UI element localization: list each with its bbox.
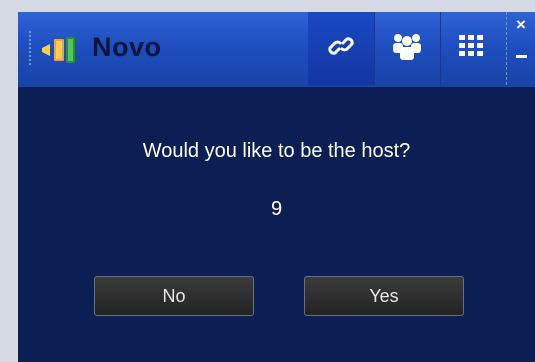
drag-grip-icon[interactable] xyxy=(28,30,33,66)
close-icon[interactable]: × xyxy=(516,16,526,33)
grid-icon xyxy=(458,34,484,63)
grid-button[interactable] xyxy=(440,12,502,85)
link-icon xyxy=(327,32,355,65)
yes-button[interactable]: Yes xyxy=(304,276,464,316)
app-title: Novo xyxy=(92,32,162,62)
link-button[interactable] xyxy=(308,12,374,85)
screen-background: Novo × Would you like to be the host? 9 … xyxy=(0,0,535,362)
minimize-icon[interactable] xyxy=(516,55,527,58)
countdown-value: 9 xyxy=(270,198,283,220)
users-icon xyxy=(390,30,424,67)
host-question: Would you like to be the host? xyxy=(142,140,411,162)
novo-app-icon xyxy=(40,34,80,66)
novo-window: Novo × Would you like to be the host? 9 … xyxy=(18,12,535,362)
no-button[interactable]: No xyxy=(94,276,254,316)
window-controls: × xyxy=(506,12,535,85)
title-bar[interactable]: Novo × xyxy=(18,12,535,89)
users-button[interactable] xyxy=(374,12,440,85)
